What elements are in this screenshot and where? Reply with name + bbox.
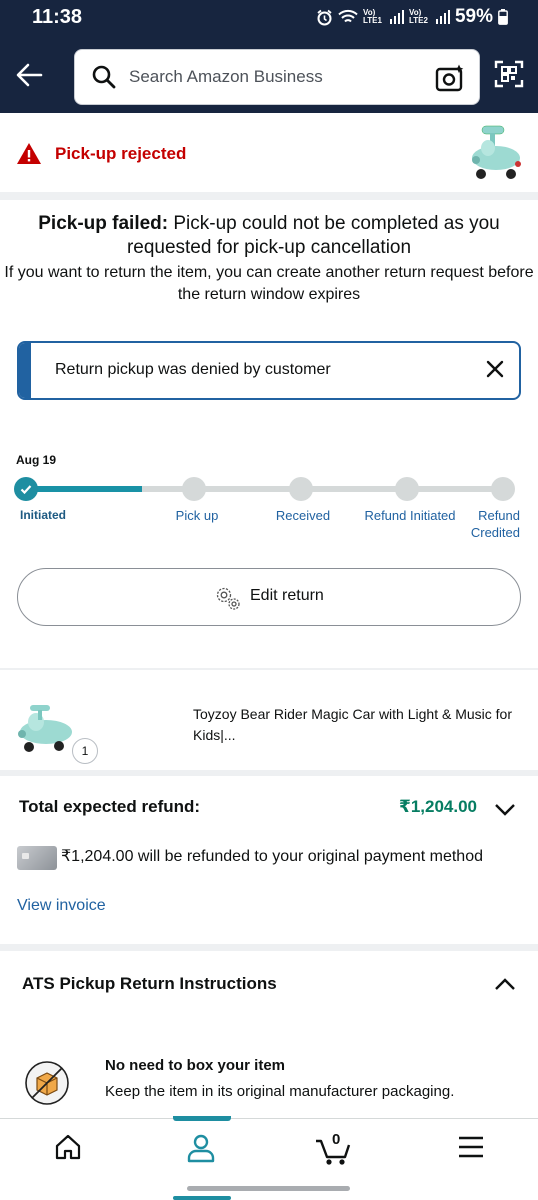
- quantity-badge: 1: [72, 738, 98, 764]
- battery-percent: 59%: [454, 6, 493, 27]
- instruction-text: Keep the item in its original manufactur…: [105, 1083, 455, 1100]
- qr-scan-icon[interactable]: [494, 59, 524, 89]
- step-dot-initiated: [14, 477, 38, 501]
- network-1-label: Vo) LTE1: [362, 8, 382, 25]
- step-dot-refund-credited: [491, 477, 515, 501]
- instructions-title: ATS Pickup Return Instructions: [22, 974, 277, 993]
- status-icons: Vo) LTE1 Vo) LTE2 59%: [316, 6, 508, 28]
- search-input[interactable]: Search Amazon Business: [74, 49, 480, 105]
- status-title: Pick-up rejected: [55, 143, 187, 163]
- chevron-up-icon[interactable]: [493, 975, 517, 993]
- failure-detail: If you want to return the item, you can …: [4, 264, 534, 303]
- step-label-refund-initiated: Refund Initiated: [364, 508, 456, 523]
- edit-return-button[interactable]: Edit return: [17, 568, 521, 626]
- search-placeholder: Search Amazon Business: [129, 67, 323, 86]
- cart-button[interactable]: 0: [314, 1131, 354, 1167]
- header-bar: 11:38 Vo) LTE1 Vo) LTE2 59% Search Amazo…: [0, 0, 538, 113]
- section-divider: [0, 770, 538, 776]
- refund-note: ₹1,204.00 will be refunded to your origi…: [61, 848, 483, 865]
- back-arrow-icon[interactable]: [14, 60, 44, 90]
- step-label-refund-credited: Refund Credited: [470, 508, 520, 540]
- info-alert: Return pickup was denied by customer: [17, 341, 521, 400]
- step-label-pickup: Pick up: [175, 508, 219, 523]
- failure-message: Pick-up failed: Pick-up could not be com…: [0, 212, 538, 306]
- signal-2-icon: [435, 10, 450, 24]
- refund-amount: ₹1,204.00: [399, 797, 478, 816]
- active-tab-underline: [173, 1196, 231, 1200]
- item-title[interactable]: Toyzoy Bear Rider Magic Car with Light &…: [193, 704, 523, 746]
- gesture-bar[interactable]: [187, 1186, 350, 1191]
- step-dot-pickup: [182, 477, 206, 501]
- search-icon: [92, 65, 116, 89]
- product-thumbnail[interactable]: [468, 124, 524, 182]
- chevron-down-icon[interactable]: [493, 800, 517, 818]
- active-tab-indicator: [173, 1116, 231, 1121]
- step-dot-received: [289, 477, 313, 501]
- timeline-progress: [26, 486, 142, 492]
- timeline-date: Aug 19: [16, 453, 57, 467]
- step-label-received: Received: [275, 508, 331, 523]
- no-box-icon: [25, 1061, 69, 1105]
- instruction-heading: No need to box your item: [105, 1057, 286, 1074]
- section-divider: [0, 944, 538, 951]
- alert-message: Return pickup was denied by customer: [55, 361, 331, 378]
- battery-icon: [498, 9, 508, 25]
- section-divider: [0, 192, 538, 200]
- gear-icon: [216, 587, 240, 610]
- timeline-track: [26, 486, 504, 492]
- alarm-icon: [317, 9, 332, 25]
- home-icon[interactable]: [54, 1133, 82, 1161]
- account-icon[interactable]: [186, 1133, 216, 1163]
- rejected-status: Pick-up rejected: [16, 142, 186, 165]
- cart-count: 0: [332, 1131, 341, 1148]
- section-divider: [0, 668, 538, 670]
- warning-icon: [17, 143, 41, 164]
- step-dot-refund-initiated: [395, 477, 419, 501]
- view-invoice-link[interactable]: View invoice: [17, 897, 106, 915]
- product-image[interactable]: [16, 702, 74, 754]
- failure-bold: Pick-up failed:: [38, 213, 169, 234]
- edit-return-label: Edit return: [250, 587, 324, 604]
- network-2-label: Vo) LTE2: [408, 8, 428, 25]
- clock: 11:38: [32, 6, 83, 28]
- refund-label: Total expected refund:: [19, 797, 201, 816]
- check-icon: [20, 485, 32, 495]
- close-icon[interactable]: [483, 357, 507, 381]
- status-bar: 11:38 Vo) LTE1 Vo) LTE2 59%: [0, 0, 538, 36]
- signal-1-icon: [389, 10, 404, 24]
- alert-accent: [19, 343, 31, 398]
- camera-search-icon[interactable]: [435, 63, 465, 93]
- wifi-icon: [338, 9, 358, 23]
- step-label-initiated: Initiated: [20, 508, 67, 522]
- failure-text: Pick-up could not be completed as you re…: [126, 213, 500, 258]
- menu-icon[interactable]: [457, 1133, 485, 1161]
